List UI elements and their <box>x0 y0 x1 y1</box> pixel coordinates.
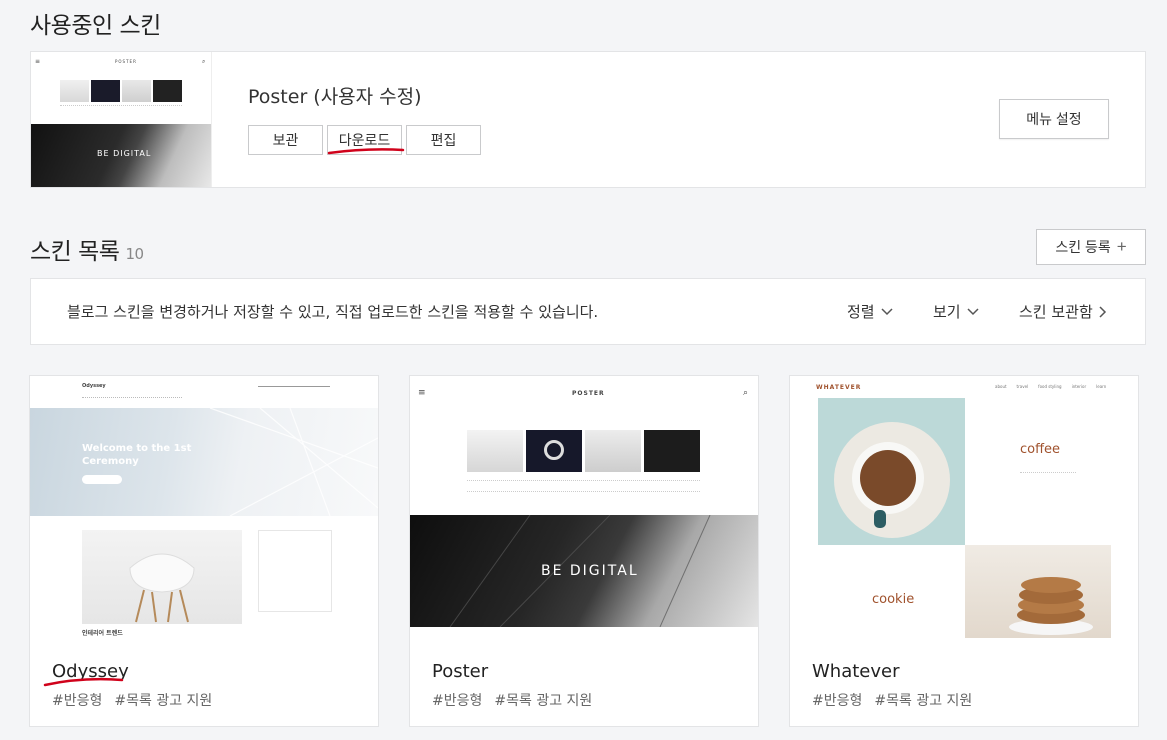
register-skin-button[interactable]: 스킨 등록 + <box>1036 229 1146 265</box>
skin-tag: #목록 광고 지원 <box>494 693 593 709</box>
thumb-photo <box>82 530 242 624</box>
cookie-stack-image <box>1009 577 1093 635</box>
skin-tags: #반응형 #목록 광고 지원 <box>432 690 592 710</box>
red-underline-annotation <box>327 148 405 155</box>
view-dropdown[interactable]: 보기 <box>933 301 979 322</box>
skin-list-title: 스킨 목록 <box>30 239 120 265</box>
plus-icon: + <box>1116 237 1127 256</box>
chair-image <box>129 553 195 623</box>
thumb-sidebar-widget <box>258 530 332 612</box>
thumb-banner: BE DIGITAL <box>31 124 211 187</box>
current-skin-panel: ≡ POSTER ⌕ BE DIGITAL Poster (사용자 수정) 보관… <box>30 51 1146 188</box>
skin-tag: #반응형 <box>812 693 863 709</box>
skin-count: 10 <box>125 245 144 263</box>
chevron-down-icon <box>967 307 979 315</box>
thumb-nav <box>82 397 182 401</box>
register-skin-label: 스킨 등록 <box>1055 239 1111 255</box>
thumb-section-title: 인테리어 트렌드 <box>82 630 123 637</box>
skin-tag: #목록 광고 지원 <box>874 693 973 709</box>
menu-icon: ≡ <box>418 388 426 398</box>
current-skin-name: Poster (사용자 수정) <box>248 86 422 108</box>
skin-tag: #반응형 <box>432 693 483 709</box>
skin-thumbnail[interactable]: WHATEVER about travel food styling inter… <box>790 376 1138 638</box>
thumb-captions <box>467 480 700 492</box>
thumb-photo <box>467 430 523 472</box>
chevron-down-icon <box>881 307 893 315</box>
thumb-captions <box>60 105 182 111</box>
skin-tag: #반응형 <box>52 693 103 709</box>
thumb-photo <box>122 80 151 102</box>
thumb-logo: WHATEVER <box>816 384 862 391</box>
thumb-logo: POSTER <box>115 59 137 64</box>
skin-thumbnail[interactable]: ≡ POSTER ⌕ BE DIGITAL <box>410 376 758 638</box>
search-icon: ⌕ <box>743 388 749 398</box>
thumb-photo <box>585 430 641 472</box>
thumb-banner: Welcome to the 1st Ceremony <box>30 408 378 516</box>
thumb-item-title: coffee <box>1020 442 1061 457</box>
skin-name: Poster <box>432 661 489 682</box>
thumb-photo <box>91 80 120 102</box>
thumb-search-bar <box>258 386 330 387</box>
sort-dropdown[interactable]: 정렬 <box>847 301 893 322</box>
skin-info-text: 블로그 스킨을 변경하거나 저장할 수 있고, 직접 업로드한 스킨을 적용할 … <box>67 303 599 321</box>
edit-button[interactable]: 편집 <box>406 125 481 155</box>
skin-card-poster[interactable]: ≡ POSTER ⌕ BE DIGITAL Poster #반응형 #목록 광고… <box>409 375 759 727</box>
skin-list-heading: 스킨 목록 10 <box>30 232 144 266</box>
thumb-item-text <box>1020 472 1076 494</box>
thumb-nav: about travel food styling interior learn <box>995 384 1107 389</box>
thumb-item-title: cookie <box>872 592 915 607</box>
skin-card-whatever[interactable]: WHATEVER about travel food styling inter… <box>789 375 1139 727</box>
thumb-logo: Odyssey <box>82 383 106 389</box>
thumb-logo: POSTER <box>572 390 605 397</box>
skin-info-bar: 블로그 스킨을 변경하거나 저장할 수 있고, 직접 업로드한 스킨을 적용할 … <box>30 278 1146 345</box>
menu-settings-button[interactable]: 메뉴 설정 <box>999 99 1109 139</box>
chevron-right-icon <box>1099 305 1106 318</box>
thumb-banner: BE DIGITAL <box>410 515 758 627</box>
thumb-banner-text: Welcome to the 1st Ceremony <box>82 443 192 467</box>
thumb-photo <box>644 430 700 472</box>
skin-name: Whatever <box>812 661 900 682</box>
coffee-photo <box>818 398 965 545</box>
cookie-photo <box>965 545 1111 638</box>
archive-button[interactable]: 보관 <box>248 125 323 155</box>
thumb-photo <box>153 80 182 102</box>
sort-label: 정렬 <box>847 303 875 321</box>
skin-card-odyssey[interactable]: Odyssey Welcome to the 1st Ceremony 인테리어… <box>29 375 379 727</box>
skin-tags: #반응형 #목록 광고 지원 <box>812 690 972 710</box>
skin-archive-label: 스킨 보관함 <box>1019 303 1093 321</box>
thumb-banner-text: BE DIGITAL <box>541 563 639 579</box>
search-icon: ⌕ <box>202 58 206 65</box>
menu-icon: ≡ <box>35 58 41 65</box>
thumb-banner-button <box>82 475 122 484</box>
thumb-photo <box>60 80 89 102</box>
current-skin-thumbnail[interactable]: ≡ POSTER ⌕ BE DIGITAL <box>31 52 212 187</box>
coffee-cup-image <box>834 422 950 538</box>
thumb-banner-text: BE DIGITAL <box>97 149 152 158</box>
skin-tag: #목록 광고 지원 <box>114 693 213 709</box>
current-skin-heading: 사용중인 스킨 <box>30 13 161 39</box>
skin-thumbnail[interactable]: Odyssey Welcome to the 1st Ceremony 인테리어… <box>30 376 378 638</box>
skin-tags: #반응형 #목록 광고 지원 <box>52 690 212 710</box>
red-underline-annotation <box>43 677 124 687</box>
thumb-photo <box>526 430 582 472</box>
skin-archive-link[interactable]: 스킨 보관함 <box>1019 301 1107 322</box>
view-label: 보기 <box>933 303 961 321</box>
